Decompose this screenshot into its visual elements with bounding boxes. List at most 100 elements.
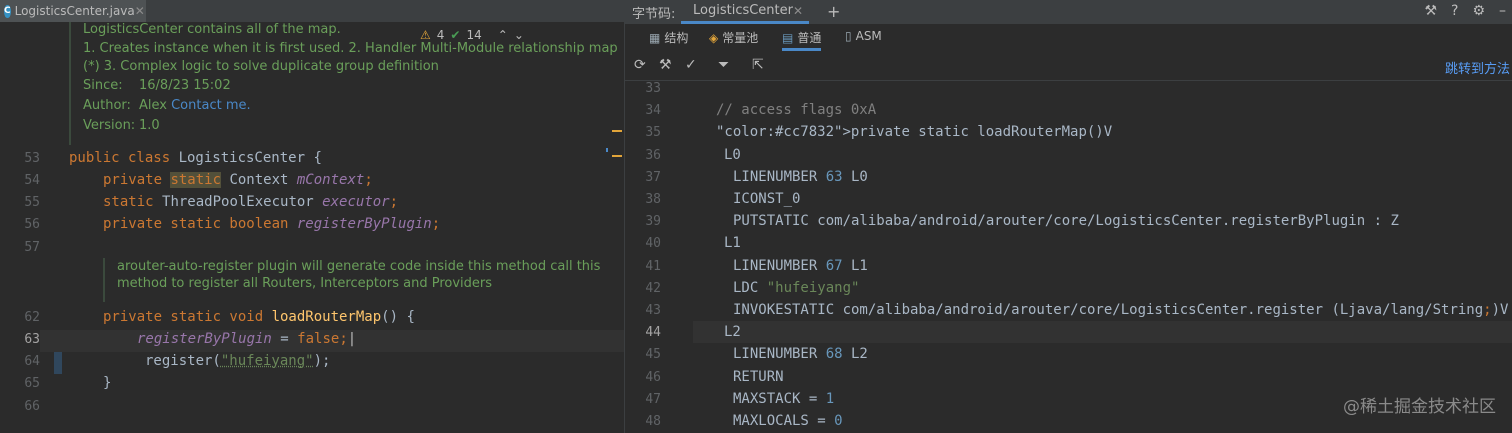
structure-icon: ▦ [649, 30, 661, 45]
filter-icon[interactable]: ⏷ [718, 57, 729, 73]
bytecode-line[interactable]: 37 LINENUMBER 63 L0 [625, 168, 1512, 190]
keyword: private static void [103, 309, 272, 325]
line-number: 41 [645, 258, 661, 274]
tab-label: ASM [855, 29, 882, 43]
doc-details-1: 1. Creates instance when it is first use… [83, 41, 618, 56]
check-icon[interactable]: ✓ [685, 57, 697, 73]
version-label: Version: [83, 118, 136, 133]
field: registerByPlugin [296, 216, 432, 232]
gear-icon[interactable]: ⚙ [1472, 3, 1485, 19]
since-value: 16/8/23 15:02 [139, 78, 231, 93]
tab-filename: LogisticsCenter.java [14, 4, 135, 18]
build-icon[interactable]: ⚒ [659, 57, 672, 73]
minimize-icon[interactable]: – [1499, 3, 1506, 19]
refresh-icon[interactable]: ⟳ [634, 57, 646, 73]
line-number: 48 [645, 414, 661, 429]
help-icon[interactable]: ? [1451, 3, 1458, 19]
bytecode-text: "color:#cc7832">private static loadRoute… [716, 124, 1113, 141]
code-line-55[interactable]: static ThreadPoolExecutor executor; [103, 194, 398, 210]
line-number: 34 [645, 103, 661, 119]
bytecode-line[interactable]: 35 "color:#cc7832">private static loadRou… [625, 123, 1512, 145]
punct: () { [381, 309, 415, 325]
bytecode-line[interactable]: 42 LDC "hufeiyang" [625, 279, 1512, 301]
java-editor-pane[interactable]: C LogisticsCenter.java ✕ ⚠ 4 ✔ 14 ⌃ ⌄ Lo… [0, 0, 624, 433]
line-number: 37 [645, 169, 661, 185]
editor-tab-logisticscenter[interactable]: C LogisticsCenter.java ✕ [0, 0, 146, 22]
bytecode-line[interactable]: 34 // access flags 0xA [625, 101, 1512, 123]
line-number: 39 [645, 214, 661, 230]
tab-constant-pool[interactable]: ◈ 常量池 [709, 29, 758, 46]
line-number: 38 [645, 192, 661, 207]
bytecode-text: L2 [724, 324, 741, 341]
method-doc-block: arouter-auto-register plugin will genera… [103, 258, 622, 302]
code-line-53[interactable]: public class LogisticsCenter { [69, 150, 322, 166]
line-number: 46 [645, 369, 661, 385]
bytecode-line[interactable]: 43 INVOKESTATIC com/alibaba/android/arout… [625, 301, 1512, 323]
code-line-64[interactable]: register("hufeiyang"); [145, 353, 330, 369]
tab-asm[interactable]: ▯ ASM [845, 29, 882, 43]
code-line-56[interactable]: private static boolean registerByPlugin; [103, 216, 440, 232]
method-name: loadRouterMap [271, 309, 382, 325]
code-line-63[interactable]: registerByPlugin = false;| [137, 331, 356, 347]
line-number: 43 [645, 303, 661, 318]
semicolon: ; [339, 331, 348, 347]
close-icon[interactable]: ✕ [793, 4, 803, 18]
bytecode-line[interactable]: 38 ICONST_0 [625, 190, 1512, 212]
bytecode-line[interactable]: 46 RETURN [625, 368, 1512, 390]
line-number: 56 [24, 217, 40, 232]
author-label: Author: [83, 98, 131, 113]
type: Context [221, 172, 297, 188]
bytecode-line[interactable]: 39 PUTSTATIC com/alibaba/android/arouter/… [625, 212, 1512, 234]
contact-link[interactable]: Contact me. [171, 98, 251, 113]
bytecode-view-tabs: ▦ 结构 ◈ 常量池 ▤ 普通 ▯ ASM [625, 26, 1512, 51]
javadoc-block: LogisticsCenter contains all of the map.… [69, 22, 624, 145]
bytecode-text: ICONST_0 [733, 191, 801, 207]
line-number: 63 [24, 332, 40, 347]
bytecode-viewer[interactable]: 字节码: LogisticsCenter ✕ + ⚒ ? ⚙ – ▦ 结构 ◈ 常量… [625, 0, 1512, 433]
field: executor [322, 194, 390, 210]
add-tab-icon[interactable]: + [827, 2, 840, 21]
bytecode-line[interactable]: 41 LINENUMBER 67 L1 [625, 257, 1512, 279]
tab-structure[interactable]: ▦ 结构 [649, 29, 688, 46]
line-number: 40 [645, 236, 661, 252]
tools-icon[interactable]: ⚒ [1424, 3, 1437, 19]
code-line-54[interactable]: private static Context mContext; [103, 172, 373, 188]
editor-tab-bar: C LogisticsCenter.java ✕ [0, 0, 624, 22]
class-name: LogisticsCenter { [178, 150, 322, 166]
bytecode-line[interactable]: 45 LINENUMBER 68 L2 [625, 345, 1512, 367]
caret: | [347, 331, 357, 347]
string: "hufeiyang" [220, 353, 314, 369]
line-number: 47 [645, 391, 661, 407]
bytecode-line[interactable]: 44 L2 [625, 323, 1512, 345]
line-number: 62 [24, 310, 40, 325]
bytecode-text: L1 [724, 235, 741, 252]
bytecode-line[interactable]: 40 L1 [625, 234, 1512, 256]
bytecode-text: PUTSTATIC com/alibaba/android/arouter/co… [733, 213, 1399, 230]
field: registerByPlugin [137, 331, 272, 347]
keyword: public class [69, 150, 179, 166]
tab-plain[interactable]: ▤ 普通 [782, 29, 822, 51]
operator: = [271, 331, 298, 347]
watermark: @稀土掘金技术社区 [1343, 397, 1496, 417]
line-number: 66 [24, 399, 40, 414]
code-line-65[interactable]: } [103, 375, 111, 391]
bytecode-text: MAXLOCALS = 0 [733, 413, 843, 429]
bytecode-toolbar: ⟳ ⚒ ✓ ⏷ ⇱ 跳转到方法 [625, 52, 1512, 81]
jump-to-method-link[interactable]: 跳转到方法 [1445, 58, 1510, 77]
doc-since: Since: 16/8/23 15:02 [83, 76, 624, 96]
line-number: 45 [645, 347, 661, 363]
bytecode-text: LINENUMBER 63 L0 [733, 168, 868, 185]
bytecode-text: MAXSTACK = 1 [733, 390, 835, 407]
bytecode-line[interactable]: 36 L0 [625, 146, 1512, 168]
version-value: 1.0 [139, 118, 160, 133]
line-number: 64 [24, 354, 40, 369]
bytecode-line[interactable]: 33 [625, 79, 1512, 101]
open-external-icon[interactable]: ⇱ [752, 57, 764, 73]
code-line-62[interactable]: private static void loadRouterMap() { [103, 309, 415, 325]
line-number: 33 [645, 81, 661, 96]
semicolon: ; [389, 194, 399, 210]
line-number: 57 [24, 240, 40, 255]
plain-icon: ▤ [782, 30, 794, 45]
bytecode-tab[interactable]: LogisticsCenter ✕ [681, 0, 809, 24]
close-icon[interactable]: ✕ [135, 4, 145, 18]
